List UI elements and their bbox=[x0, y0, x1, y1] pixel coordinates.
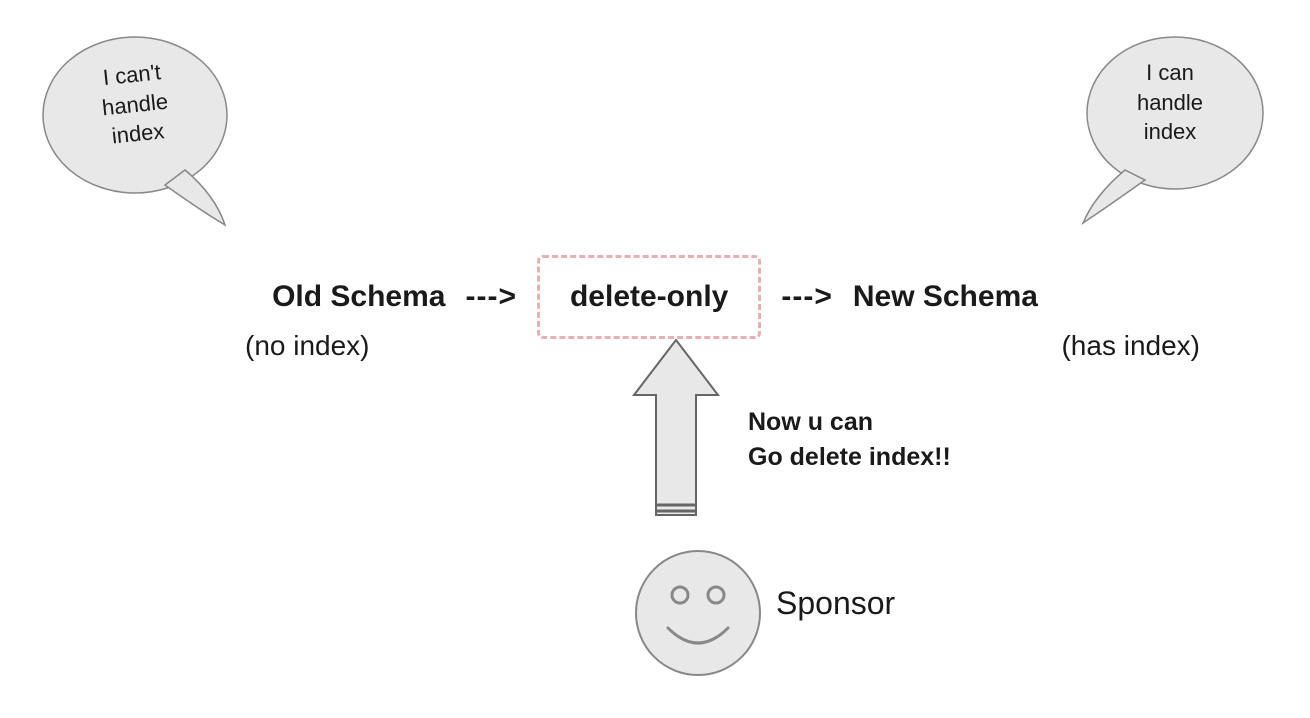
has-index-label: (has index) bbox=[1061, 330, 1200, 362]
no-index-label: (no index) bbox=[245, 330, 370, 362]
schema-flow: Old Schema ---> delete-only ---> New Sch… bbox=[0, 255, 1310, 339]
speech-bubble-left-text: I can't handle index bbox=[56, 52, 214, 156]
sponsor-label: Sponsor bbox=[776, 585, 895, 622]
sponsor-message: Now u can Go delete index!! bbox=[748, 405, 951, 475]
up-arrow-icon bbox=[626, 335, 726, 535]
delete-only-box: delete-only bbox=[537, 255, 761, 339]
smiley-icon bbox=[628, 543, 768, 683]
old-schema-label: Old Schema bbox=[272, 280, 445, 314]
arrow-1: ---> bbox=[465, 280, 517, 314]
arrow-2: ---> bbox=[781, 280, 833, 314]
new-schema-label: New Schema bbox=[853, 280, 1038, 314]
speech-bubble-right-text: I can handle index bbox=[1100, 58, 1240, 147]
